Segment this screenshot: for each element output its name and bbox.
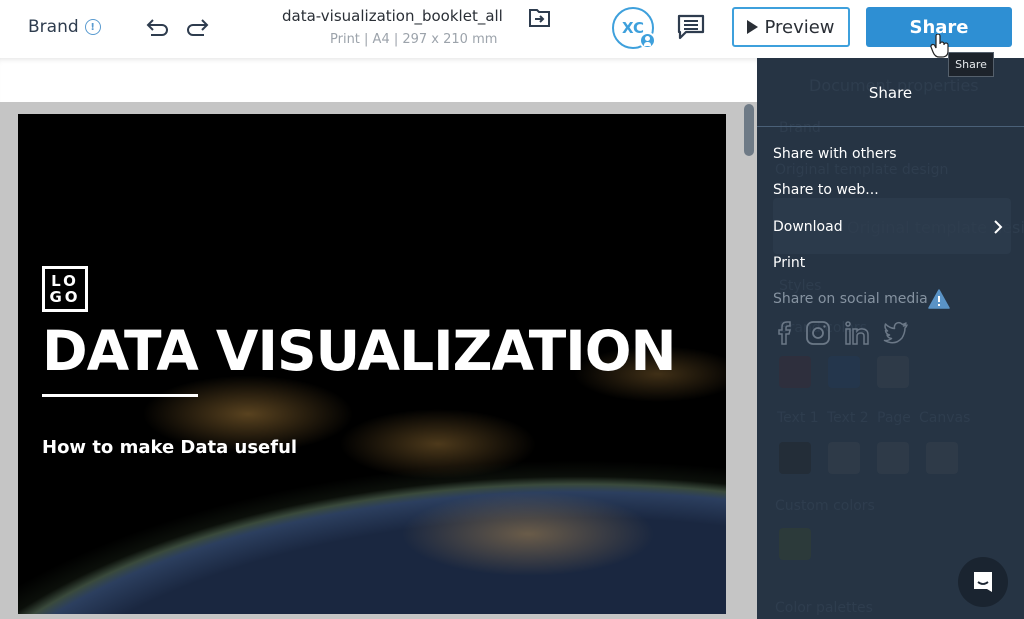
brand-color-swatch xyxy=(877,356,909,388)
canvas-label-ghost: Canvas xyxy=(919,410,971,426)
avatar[interactable]: XC xyxy=(612,7,656,49)
instagram-icon xyxy=(806,321,830,345)
brand-label-ghost: Brand xyxy=(779,120,821,136)
template-label-ghost: Original template design xyxy=(775,162,949,178)
preview-label: Preview xyxy=(764,16,835,38)
comment-icon[interactable] xyxy=(676,13,706,41)
share-menu-title: Share xyxy=(868,84,913,102)
share-menu-divider xyxy=(757,126,1024,127)
cover-title[interactable]: DATA VISUALIZATION xyxy=(42,319,677,383)
logo-line-1: LO xyxy=(51,272,79,290)
style-swatch xyxy=(877,442,909,474)
info-circle-icon[interactable]: ! xyxy=(84,19,101,35)
menu-item-download[interactable]: Download xyxy=(773,219,843,235)
hand-cursor-icon xyxy=(930,34,949,58)
redo-icon[interactable] xyxy=(184,15,210,39)
brand-label: Brand xyxy=(28,17,79,37)
facebook-icon xyxy=(778,321,791,345)
canvas-toolbar-strip xyxy=(0,58,757,102)
menu-item-share-social: Share on social media xyxy=(773,291,928,307)
user-icon xyxy=(639,32,656,49)
warning-icon xyxy=(928,289,950,309)
undo-icon[interactable] xyxy=(145,15,171,39)
linkedin-icon xyxy=(845,321,869,345)
twitter-icon xyxy=(883,321,908,344)
logo-placeholder[interactable]: LO GO xyxy=(42,266,88,312)
style-swatch xyxy=(926,442,958,474)
design-page[interactable]: LO GO DATA VISUALIZATION How to make Dat… xyxy=(18,114,726,614)
top-bar: Brand ! data-visualization_booklet_all P… xyxy=(0,0,1024,58)
menu-item-share-to-web[interactable]: Share to web... xyxy=(773,182,879,198)
share-tooltip: Share xyxy=(948,52,994,77)
style-swatch xyxy=(828,442,860,474)
title-underline xyxy=(42,394,198,397)
preview-button[interactable]: Preview xyxy=(732,7,850,47)
document-meta: Print | A4 | 297 x 210 mm xyxy=(330,32,498,47)
brand-selector[interactable]: Brand ! xyxy=(28,17,101,37)
chat-support-button[interactable] xyxy=(958,557,1008,607)
color-palettes-label-ghost: Color palettes xyxy=(775,600,873,616)
text2-label-ghost: Text 2 xyxy=(827,410,869,426)
style-swatch xyxy=(779,442,811,474)
folder-move-icon[interactable] xyxy=(528,7,552,29)
side-panel: Document properties Brand Original templ… xyxy=(757,58,1024,619)
logo-line-2: GO xyxy=(49,288,81,306)
custom-color-swatch xyxy=(779,528,811,560)
cover-subtitle[interactable]: How to make Data useful xyxy=(42,437,297,458)
vertical-scrollbar[interactable] xyxy=(744,104,754,156)
play-icon xyxy=(747,20,759,34)
custom-colors-label-ghost: Custom colors xyxy=(775,498,875,514)
menu-item-print[interactable]: Print xyxy=(773,255,805,271)
chevron-right-icon xyxy=(994,220,1003,234)
document-title[interactable]: data-visualization_booklet_all xyxy=(282,7,503,25)
text1-label-ghost: Text 1 xyxy=(777,410,819,426)
chat-icon xyxy=(974,572,992,592)
canvas-workspace: LO GO DATA VISUALIZATION How to make Dat… xyxy=(0,102,757,619)
page-label-ghost: Page xyxy=(877,410,911,426)
brand-color-swatch xyxy=(779,356,811,388)
brand-color-swatch xyxy=(828,356,860,388)
menu-item-share-with-others[interactable]: Share with others xyxy=(773,146,897,162)
